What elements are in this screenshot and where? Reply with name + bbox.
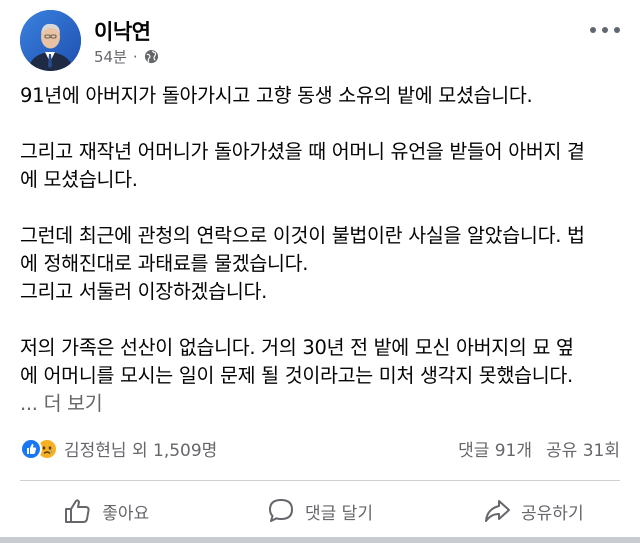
post-header: 이낙연 54분 · — [20, 10, 620, 72]
post-meta: 54분 · — [94, 46, 159, 67]
section-separator — [0, 537, 640, 543]
divider — [20, 480, 620, 481]
text-line: 그리고 재작년 어머니가 돌아가셨을 때 어머니 유언을 받들어 아버지 곁 — [20, 140, 585, 163]
more-options-icon[interactable] — [590, 20, 620, 40]
post-body: 91년에 아버지가 돌아가시고 고향 동생 소유의 밭에 모셨습니다. 그리고 … — [20, 82, 626, 418]
comment-button[interactable]: 댓글 달기 — [213, 489, 426, 533]
comment-count[interactable]: 댓글 91개 — [458, 436, 532, 461]
avatar[interactable] — [20, 10, 81, 71]
text-line: 저의 가족은 선산이 없습니다. 거의 30년 전 밭에 모신 아버지의 묘 옆 — [20, 336, 574, 359]
text-line: 그런데 최근에 관청의 연락으로 이것이 불법이란 사실을 알았습니다. 법 — [20, 224, 585, 247]
reaction-summary: 김정현님 외 1,509명 댓글 91개 공유 31회 — [20, 436, 620, 462]
text-line: 에 모셨습니다. — [20, 168, 138, 191]
engagement-counts: 댓글 91개 공유 31회 — [458, 436, 620, 461]
share-label: 공유하기 — [521, 503, 584, 524]
reaction-names: 김정현님 외 1,509명 — [64, 441, 218, 461]
comment-label: 댓글 달기 — [305, 503, 373, 524]
meta-separator: · — [132, 47, 138, 66]
paragraph-1: 91년에 아버지가 돌아가시고 고향 동생 소유의 밭에 모셨습니다. — [20, 82, 626, 110]
like-button[interactable]: 좋아요 — [0, 489, 213, 533]
post-time[interactable]: 54분 — [94, 46, 127, 67]
share-arrow-icon — [485, 500, 511, 522]
text-line: 91년에 아버지가 돌아가시고 고향 동생 소유의 밭에 모셨습니다. — [20, 84, 533, 107]
action-bar: 좋아요 댓글 달기 공유하기 — [0, 489, 640, 533]
paragraph-3: 그런데 최근에 관청의 연락으로 이것이 불법이란 사실을 알았습니다. 법 에… — [20, 222, 626, 306]
share-count[interactable]: 공유 31회 — [546, 436, 620, 461]
text-line: 그리고 서둘러 이장하겠습니다. — [20, 280, 268, 303]
text-line: 에 어머니를 모시는 일이 문제 될 것이라고는 미처 생각지 못했습니다. — [20, 364, 573, 387]
thumbs-up-icon — [65, 499, 90, 523]
paragraph-2: 그리고 재작년 어머니가 돌아가셨을 때 어머니 유언을 받들어 아버지 곁 에… — [20, 138, 626, 194]
paragraph-4: 저의 가족은 선산이 없습니다. 거의 30년 전 밭에 모신 아버지의 묘 옆… — [20, 334, 626, 390]
like-label: 좋아요 — [102, 503, 150, 524]
author-name[interactable]: 이낙연 — [94, 16, 151, 46]
see-more-link[interactable]: ... 더 보기 — [20, 390, 626, 418]
globe-icon — [144, 49, 159, 64]
comment-bubble-icon — [269, 499, 293, 522]
share-button[interactable]: 공유하기 — [427, 489, 640, 533]
text-line: 에 정해진대로 과태료를 물겠습니다. — [20, 252, 309, 275]
like-reaction-icon — [20, 437, 42, 460]
reaction-count[interactable]: 김정현님 외 1,509명 — [20, 436, 217, 461]
